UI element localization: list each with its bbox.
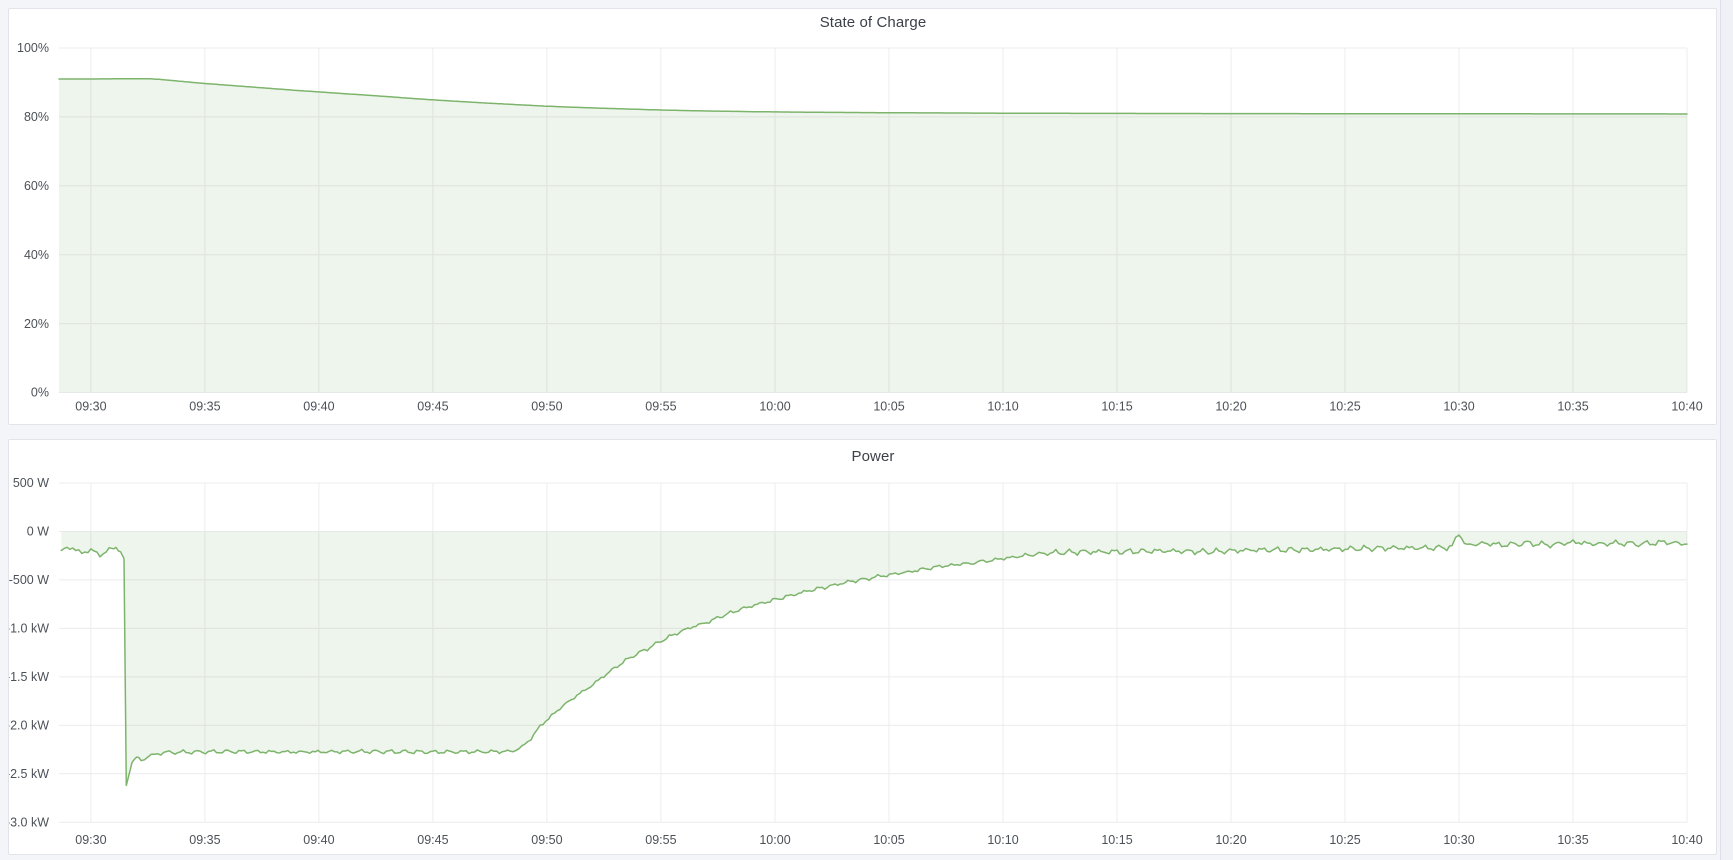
x-tick-label: 10:35 [1557, 833, 1588, 847]
x-tick-label: 09:30 [75, 400, 106, 414]
power-series-fill [61, 532, 1687, 786]
x-tick-label: 09:40 [303, 400, 334, 414]
x-tick-label: 10:05 [873, 833, 904, 847]
x-tick-label: 09:55 [645, 833, 676, 847]
x-tick-label: 09:45 [417, 833, 448, 847]
x-tick-label: 09:35 [189, 833, 220, 847]
x-tick-label: 09:35 [189, 400, 220, 414]
y-axis-labels: 100% 80% 60% 40% 20% 0% [17, 41, 49, 400]
power-chart-svg: 500 W 0 W -500 W -1.0 kW -1.5 kW -2.0 kW -2.5 … [9, 440, 1714, 852]
y-tick-label: 500 W [13, 476, 49, 490]
y-tick-label: -500 W [9, 573, 49, 587]
x-tick-label: 10:40 [1671, 400, 1702, 414]
x-tick-label: 10:20 [1215, 833, 1246, 847]
x-tick-label: 10:35 [1557, 400, 1588, 414]
power-panel: Power 500 W0 W-500 W-1.0 kW-1.5 kW-2.0 k… [8, 439, 1717, 855]
x-tick-label: 10:15 [1101, 400, 1132, 414]
x-tick-label: 10:40 [1671, 833, 1702, 847]
soc-chart-svg: 100%80%60%40%20%0%09:3009:3509:4009:4509… [9, 9, 1714, 422]
y-tick-label: 80% [24, 110, 49, 124]
x-tick-label: 10:25 [1329, 400, 1360, 414]
y-axis-labels: 500 W 0 W -500 W -1.0 kW -1.5 kW -2.0 kW -2.5 … [9, 476, 49, 829]
y-tick-label: 20% [24, 317, 49, 331]
y-tick-label: -1.5 kW [9, 670, 49, 684]
x-tick-label: 09:50 [531, 400, 562, 414]
x-tick-label: 10:15 [1101, 833, 1132, 847]
x-axis-labels: 09:30 09:35 09:40 09:45 09:50 09:55 10:00 10:05… [75, 400, 1702, 414]
x-tick-label: 09:30 [75, 833, 106, 847]
x-tick-label: 10:25 [1329, 833, 1360, 847]
x-tick-label: 10:30 [1443, 833, 1474, 847]
y-tick-label: 60% [24, 179, 49, 193]
power-chart-plot[interactable]: 500 W 0 W -500 W -1.0 kW -1.5 kW -2.0 kW -2.5 … [9, 440, 1716, 854]
y-tick-label: 0% [31, 386, 49, 400]
y-tick-label: -1.0 kW [9, 622, 49, 636]
x-tick-label: 09:45 [417, 400, 448, 414]
x-axis-labels: 09:30 09:35 09:40 09:45 09:50 09:55 10:00 10:05… [75, 833, 1702, 847]
x-tick-label: 10:10 [987, 833, 1018, 847]
grafana-dashboard: { "page": { "background": "#f4f5f9", "pa… [0, 0, 1733, 860]
x-tick-label: 09:50 [531, 833, 562, 847]
y-tick-label: 100% [17, 41, 49, 55]
soc-chart-plot[interactable]: 100%80%60%40%20%0%09:3009:3509:4009:4509… [9, 9, 1716, 424]
y-tick-label: -3.0 kW [9, 816, 49, 830]
x-tick-label: 10:05 [873, 400, 904, 414]
y-tick-label: 0 W [27, 525, 49, 539]
x-tick-label: 09:40 [303, 833, 334, 847]
y-tick-label: 40% [24, 248, 49, 262]
y-tick-label: -2.5 kW [9, 767, 49, 781]
x-tick-label: 09:55 [645, 400, 676, 414]
page-scrollbar-track[interactable] [1720, 0, 1733, 860]
x-tick-label: 10:00 [759, 833, 790, 847]
y-tick-label: -2.0 kW [9, 719, 49, 733]
x-tick-label: 10:10 [987, 400, 1018, 414]
x-tick-label: 10:20 [1215, 400, 1246, 414]
x-tick-label: 10:00 [759, 400, 790, 414]
soc-series-fill [59, 79, 1687, 393]
x-tick-label: 10:30 [1443, 400, 1474, 414]
soc-panel: State of Charge 100%80%60%40%20%0%09:300… [8, 8, 1717, 425]
